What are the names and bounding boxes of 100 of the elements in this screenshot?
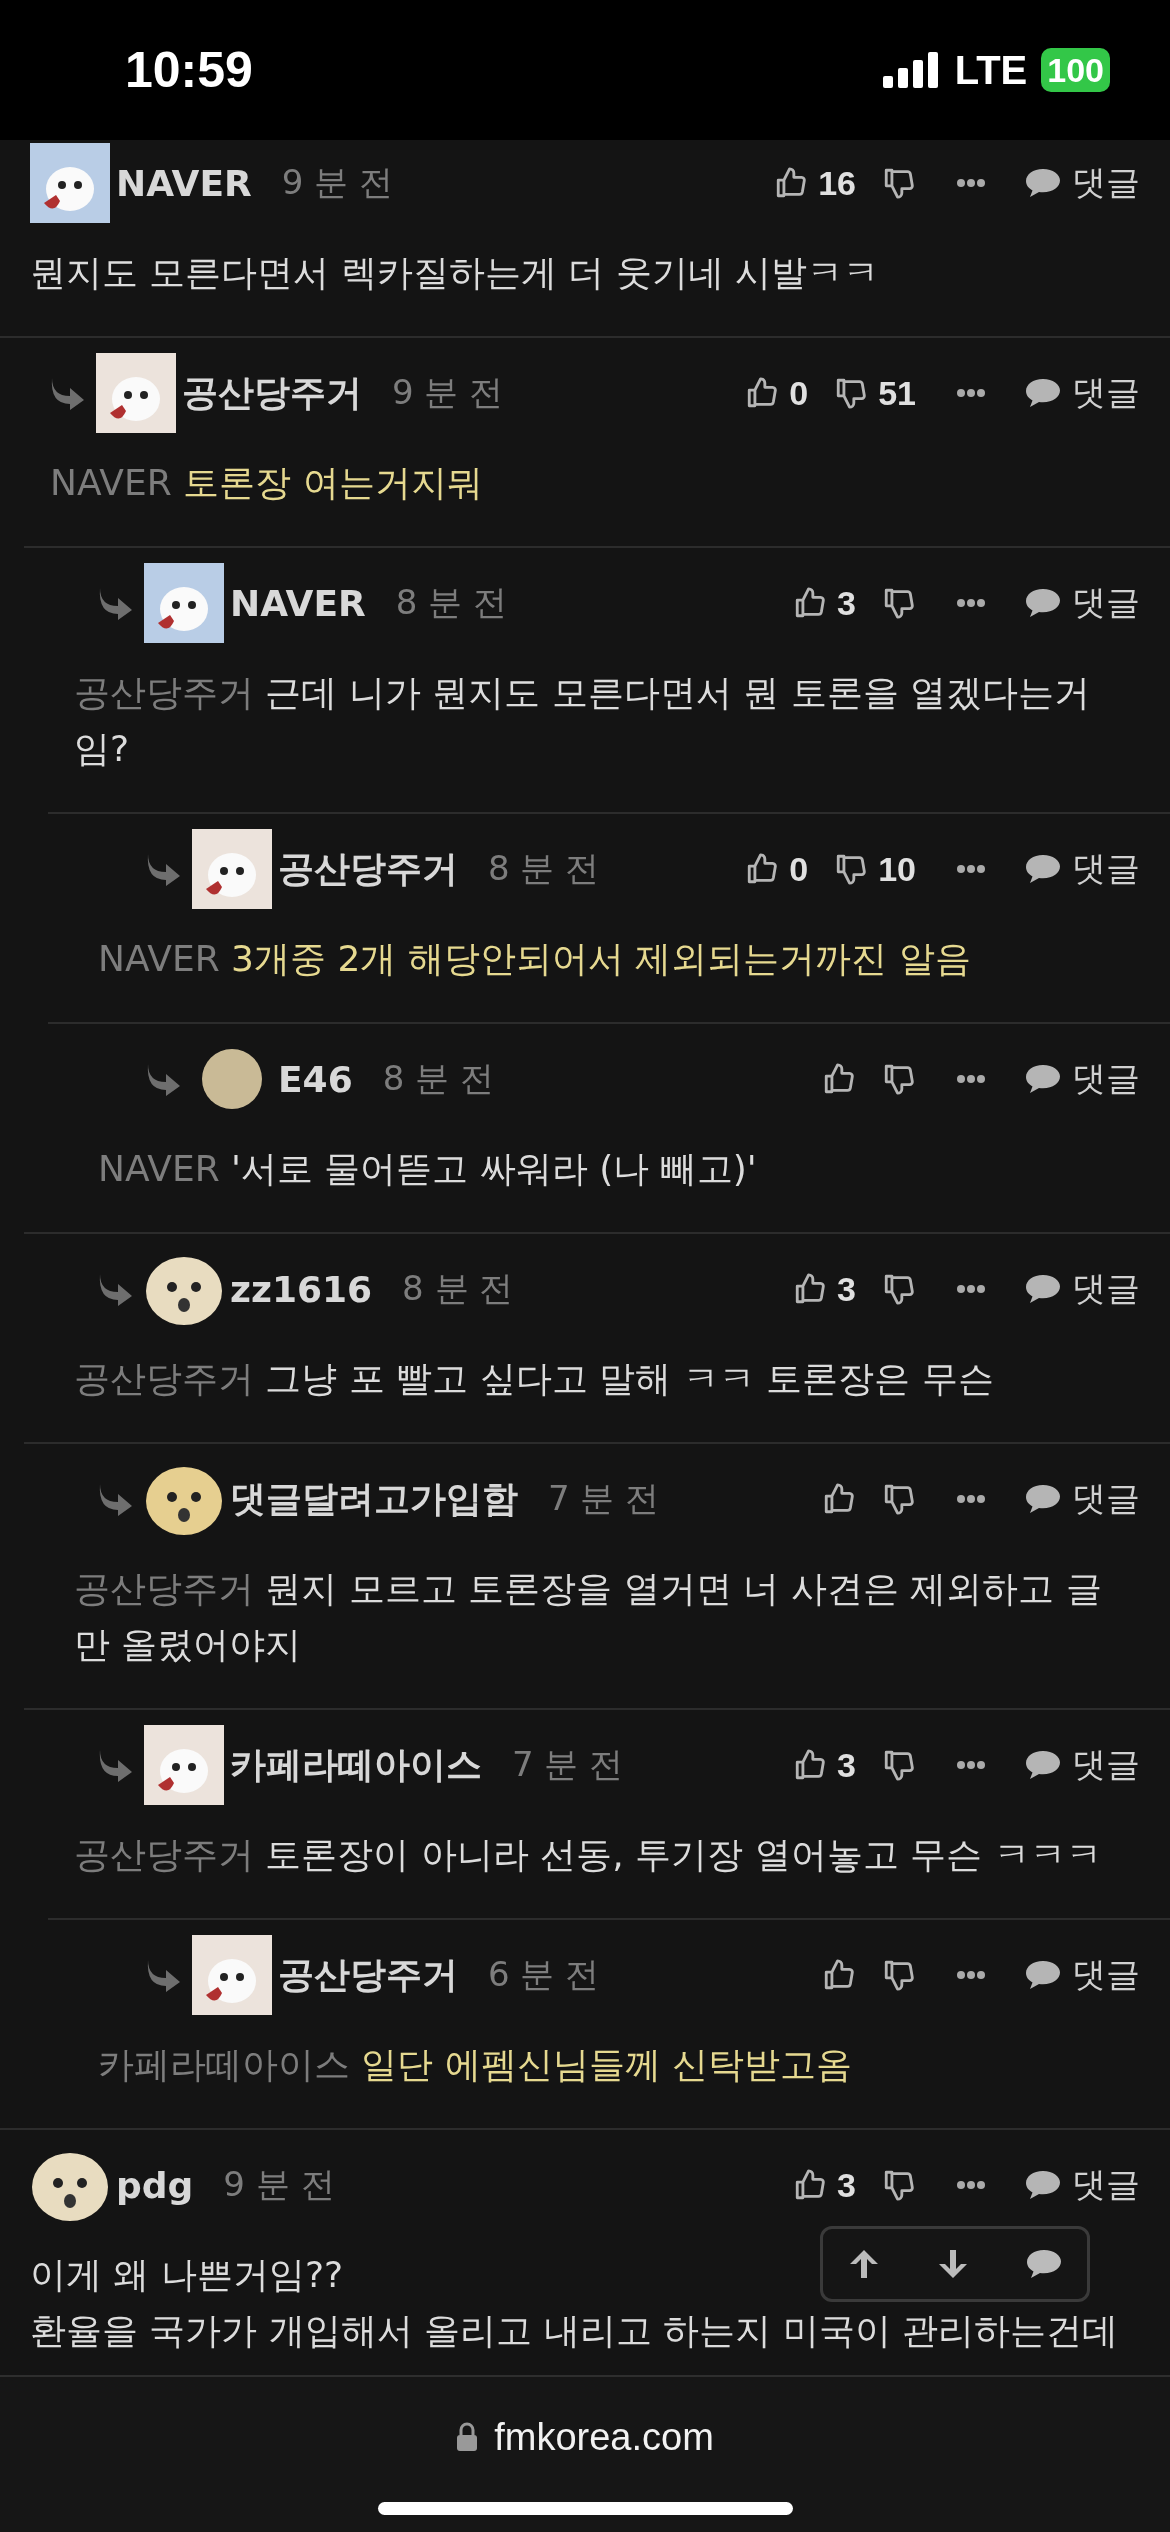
like-count: 16 [818,163,856,203]
comment-text: NAVER 토론장 여는거지뭐 [49,461,484,505]
thumbs-up-icon[interactable] [793,1748,828,1782]
dislike-count: 51 [878,373,916,413]
reply-link[interactable]: 댓글 [1072,1056,1140,1102]
comment-time: 8 분 전 [402,1267,515,1310]
comment-text: 공산당주거 그냥 포 빨고 싶다고 말해 ㅋㅋ 토론장은 무슨 [73,1357,995,1401]
network-label: LTE [954,47,1028,93]
comment-time: 8 분 전 [382,1057,495,1100]
avatar-icon[interactable] [192,829,272,909]
url-address[interactable]: fmkorea.com [494,2415,714,2459]
comment-text: 뭔지도 모른다면서 렉카질하는게 더 웃기네 시발ㅋㅋ [29,251,881,295]
reply-link[interactable]: 댓글 [1072,580,1140,626]
reply-link[interactable]: 댓글 [1072,370,1140,416]
thumbs-down-icon[interactable] [882,1482,916,1516]
thumbs-down-icon[interactable] [834,852,869,886]
comment-time: 8 분 전 [488,847,601,890]
avatar-icon[interactable] [144,563,224,643]
thumbs-down-icon[interactable] [882,586,916,620]
author-name[interactable]: NAVER [116,162,252,204]
more-icon[interactable] [956,1970,986,1980]
more-icon[interactable] [956,388,986,398]
comment-bubble-icon[interactable] [1024,853,1062,885]
like-count: 0 [789,373,809,413]
avatar-icon[interactable] [30,143,110,223]
reply-link[interactable]: 댓글 [1072,160,1140,206]
comment-text: NAVER 3개중 2개 해당안되어서 제외되는거까진 알음 [97,937,972,981]
avatar-icon[interactable] [144,1725,224,1805]
comment-bubble-icon[interactable] [1024,1063,1062,1095]
thumbs-down-icon[interactable] [882,1062,916,1096]
comment-text: 환율을 국가가 개입해서 올리고 내리고 하는지 미국이 관리하는건데 [30,2309,1119,2353]
avatar-icon[interactable] [96,353,176,433]
comment-bubble-icon[interactable] [1024,167,1062,199]
comment-text: 이게 왜 나쁜거임?? [30,2253,344,2297]
reply-link[interactable]: 댓글 [1072,2162,1140,2208]
comment-bubble-icon[interactable] [1024,1749,1062,1781]
comment-text: 카페라떼아이스 일단 에펨신님들께 신탁받고옴 [97,2043,854,2087]
author-name[interactable]: E46 [278,1058,353,1100]
dislike-count: 10 [878,849,916,889]
more-icon[interactable] [956,1494,986,1504]
thumbs-up-icon[interactable] [745,376,780,410]
author-name[interactable]: pdg [116,2164,194,2206]
author-name[interactable]: 공산당주거 [278,844,458,894]
reply-link[interactable]: 댓글 [1072,846,1140,892]
thumbs-down-icon[interactable] [834,376,869,410]
comment-bubble-icon[interactable] [1024,587,1062,619]
like-count: 0 [789,849,809,889]
thumbs-up-icon[interactable] [745,852,780,886]
thumbs-down-icon[interactable] [882,166,916,200]
signal-icon [882,52,941,88]
more-icon[interactable] [956,1074,986,1084]
comment-bubble-icon[interactable] [1024,2248,1063,2280]
like-count: 3 [837,1745,856,1785]
author-name[interactable]: NAVER [230,582,366,624]
comment-time: 9 분 전 [223,2163,336,2206]
comment-bubble-icon[interactable] [1024,377,1062,409]
like-count: 3 [837,583,856,623]
more-icon[interactable] [956,2180,986,2190]
more-icon[interactable] [956,1284,986,1294]
comment-time: 6 분 전 [488,1953,601,1996]
more-icon[interactable] [956,178,986,188]
comment-text: 공산당주거 토론장이 아니라 선동, 투기장 열어놓고 무슨 ㅋㅋㅋ [73,1833,1103,1877]
comment-bubble-icon[interactable] [1024,1959,1062,1991]
author-name[interactable]: 공산당주거 [182,368,362,418]
comment-bubble-icon[interactable] [1024,1483,1062,1515]
author-name[interactable]: 카페라떼아이스 [230,1740,482,1790]
thumbs-up-icon[interactable] [774,166,809,200]
thumbs-down-icon[interactable] [882,1272,916,1306]
thumbs-up-icon[interactable] [793,1272,828,1306]
like-count: 3 [837,2165,856,2205]
comment-time: 7 분 전 [512,1743,625,1786]
more-icon[interactable] [956,598,986,608]
more-icon[interactable] [956,864,986,874]
clock-time: 10:59 [125,41,254,99]
comment-text: 공산당주거 근데 니가 뭔지도 모른다면서 뭔 토론을 열겠다는거임? [73,671,1092,771]
reply-link[interactable]: 댓글 [1072,1742,1140,1788]
comment-bubble-icon[interactable] [1024,2169,1062,2201]
like-count: 3 [837,1269,856,1309]
comment-bubble-icon[interactable] [1024,1273,1062,1305]
thumbs-up-icon[interactable] [793,586,828,620]
comment-time: 7 분 전 [548,1477,661,1520]
thumbs-down-icon[interactable] [882,2168,916,2202]
reply-link[interactable]: 댓글 [1072,1266,1140,1312]
more-icon[interactable] [956,1760,986,1770]
reply-link[interactable]: 댓글 [1072,1476,1140,1522]
author-name[interactable]: zz1616 [230,1268,373,1310]
author-name[interactable]: 댓글달려고가입함 [230,1474,518,1524]
reply-link[interactable]: 댓글 [1072,1952,1140,1998]
comment-text: NAVER '서로 물어뜯고 싸워라 (나 빼고)' [97,1147,758,1191]
author-name[interactable]: 공산당주거 [278,1950,458,2000]
avatar-icon[interactable] [192,1935,272,2015]
thumbs-down-icon[interactable] [882,1958,916,1992]
thumbs-up-icon[interactable] [822,1062,856,1096]
thumbs-down-icon[interactable] [882,1748,916,1782]
thumbs-up-icon[interactable] [822,1958,856,1992]
lock-icon [456,2422,479,2452]
thumbs-up-icon[interactable] [822,1482,856,1516]
comment-time: 9 분 전 [392,371,505,414]
thumbs-up-icon[interactable] [793,2168,828,2202]
comment-time: 8 분 전 [395,581,508,624]
